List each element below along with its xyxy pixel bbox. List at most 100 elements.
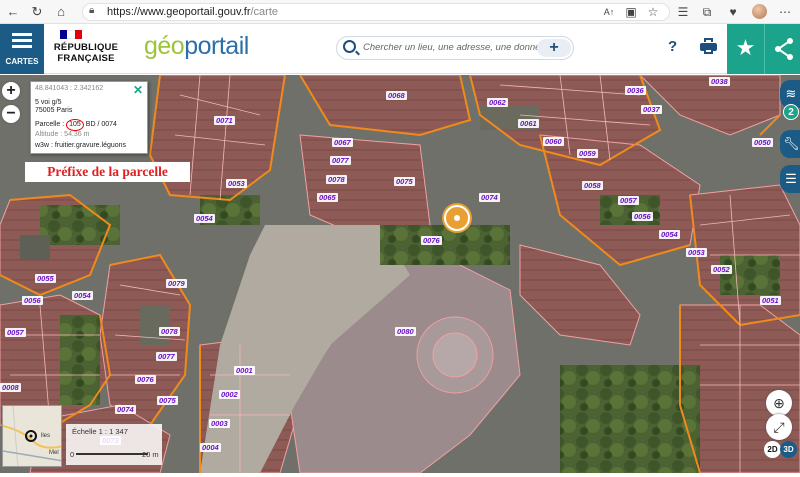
address-city: 75005 Paris [35, 107, 73, 114]
parcel-label: 0054 [194, 214, 215, 223]
parcel-label: 0051 [760, 296, 781, 305]
altitude: Altitude : 54.36 m [35, 131, 90, 138]
advanced-search-plus-button[interactable]: + [537, 39, 571, 57]
address-bar[interactable]: 🔒︎ https://www.geoportail.gouv.fr/carte [82, 3, 670, 21]
search-bar[interactable]: Chercher un lieu, une adresse, une donné… [336, 36, 574, 60]
parcel-label: 0050 [752, 138, 773, 147]
geoportail-logo[interactable]: géoportail [144, 32, 249, 61]
parcel-prefix: 105 [66, 119, 84, 131]
favorite-star-icon[interactable]: ☆ [644, 3, 662, 21]
fullscreen-button[interactable]: ⤢ [766, 414, 792, 440]
more-menu-icon[interactable]: ⋯ [776, 3, 794, 21]
republique-francaise-logo: RÉPUBLIQUE FRANÇAISE [53, 42, 119, 64]
parcel-label: 0037 [641, 105, 662, 114]
read-aloud-icon[interactable]: A↑ [600, 3, 618, 21]
parcel-label: 0065 [317, 193, 338, 202]
parcel-label: 0074 [479, 193, 500, 202]
location-marker-icon[interactable] [444, 205, 470, 231]
what3words: w3w : fruitier.gravure.léguons [35, 142, 127, 149]
parcel-label: 0057 [618, 196, 639, 205]
browser-toolbar: ← ↻ ⌂ 🔒︎ https://www.geoportail.gouv.fr/… [0, 0, 800, 24]
cartes-menu-button[interactable]: CARTES [0, 24, 44, 74]
parcel-label: 0078 [159, 327, 180, 336]
parcel-label: 0075 [394, 177, 415, 186]
search-input[interactable]: Chercher un lieu, une adresse, une donné… [363, 42, 546, 53]
view-3d-button[interactable]: 3D [780, 441, 797, 458]
parcel-label: 0002 [219, 390, 240, 399]
view-2d-button[interactable]: 2D [764, 441, 781, 458]
share-button[interactable] [764, 24, 800, 74]
parcel-label: 0053 [686, 248, 707, 257]
url-text: https://www.geoportail.gouv.fr/carte [107, 6, 278, 18]
parcel-info-popup: 48.841043 : 2.342162 ✕ 5 voi g/5 75005 P… [30, 81, 148, 154]
zoom-out-button[interactable]: − [2, 105, 20, 123]
wrench-icon: 🔧︎ [783, 136, 800, 151]
parcel-label: 0056 [632, 212, 653, 221]
parcel-label: 0076 [421, 236, 442, 245]
crosshair-icon: ⊕ [773, 395, 785, 411]
heart-pulse-icon[interactable]: ♥ [724, 3, 742, 21]
parcel-label: 0076 [135, 375, 156, 384]
parcel-label: 0075 [157, 396, 178, 405]
parcel-label: 0036 [625, 86, 646, 95]
search-icon[interactable] [343, 40, 356, 53]
minimap-place-label: lles [41, 433, 51, 439]
close-icon[interactable]: ✕ [133, 83, 143, 97]
collections-icon[interactable]: ⧉ [698, 3, 716, 21]
parcel-label: 0001 [234, 366, 255, 375]
address-line: 5 voi g/5 [35, 99, 62, 106]
parcel-label: 0062 [487, 98, 508, 107]
cartes-label: CARTES [5, 57, 39, 66]
zoom-in-button[interactable]: + [2, 82, 20, 100]
parcel-label: 0003 [209, 419, 230, 428]
parcel-label: 0055 [35, 274, 56, 283]
back-arrow-icon[interactable]: ← [4, 3, 22, 21]
parcel-label: 0078 [326, 175, 347, 184]
parcel-label: 0053 [226, 179, 247, 188]
parcel-label: 0057 [5, 328, 26, 337]
parcel-label: 0004 [200, 443, 221, 452]
parcel-label: 0079 [166, 279, 187, 288]
layers-icon: ≋ [785, 86, 797, 101]
app-icon[interactable]: ▣ [622, 3, 640, 21]
parcel-label: 0052 [711, 265, 732, 274]
coordinates: 48.841043 : 2.342162 [35, 85, 104, 92]
marianne-flag-icon [60, 30, 82, 39]
geolocate-button[interactable]: ⊕ [766, 390, 792, 416]
parcel-label: 0061 [518, 119, 539, 128]
hamburger-icon [12, 33, 32, 48]
parcel-label: 0067 [332, 138, 353, 147]
parcel-label: 0058 [582, 181, 603, 190]
favorites-list-icon[interactable]: ☰ [674, 3, 692, 21]
reload-icon[interactable]: ↻ [28, 3, 46, 21]
parcel-label: 0077 [156, 352, 177, 361]
parcel-label: 0074 [115, 405, 136, 414]
annotation-callout: Préfixe de la parcelle [25, 162, 190, 182]
legend-list-button[interactable]: ☰ [780, 165, 800, 193]
parcel-label: 0054 [659, 230, 680, 239]
parcel-label: 0060 [543, 137, 564, 146]
parcel-label: 0068 [386, 91, 407, 100]
print-icon[interactable] [700, 38, 717, 55]
parcel-label: 0059 [577, 149, 598, 158]
favorites-star-button[interactable]: ★ [727, 24, 764, 74]
avatar[interactable] [752, 4, 767, 19]
list-icon: ☰ [785, 171, 797, 186]
expand-icon: ⤢ [773, 419, 785, 435]
home-icon[interactable]: ⌂ [52, 3, 70, 21]
parcel-label: 0038 [709, 77, 730, 86]
scale-widget: Échelle 1 : 1 347 0 20 m [66, 424, 162, 465]
layer-count-badge: 2 [783, 104, 799, 120]
parcel-label: 0071 [214, 116, 235, 125]
scale-start: 0 [70, 450, 75, 459]
parcel-label: 0056 [22, 296, 43, 305]
site-header: CARTES RÉPUBLIQUE FRANÇAISE géoportail C… [0, 24, 800, 74]
tools-button[interactable]: 🔧︎ [780, 130, 800, 158]
parcel-label: 0077 [330, 156, 351, 165]
scale-ratio: Échelle 1 : 1 347 [72, 427, 128, 436]
lock-icon: 🔒︎ [89, 5, 95, 16]
overview-minimap[interactable]: lles Mel [2, 405, 62, 467]
help-button[interactable]: ? [668, 38, 677, 55]
scale-bar [76, 453, 148, 455]
parcel-label: 0008 [0, 383, 21, 392]
